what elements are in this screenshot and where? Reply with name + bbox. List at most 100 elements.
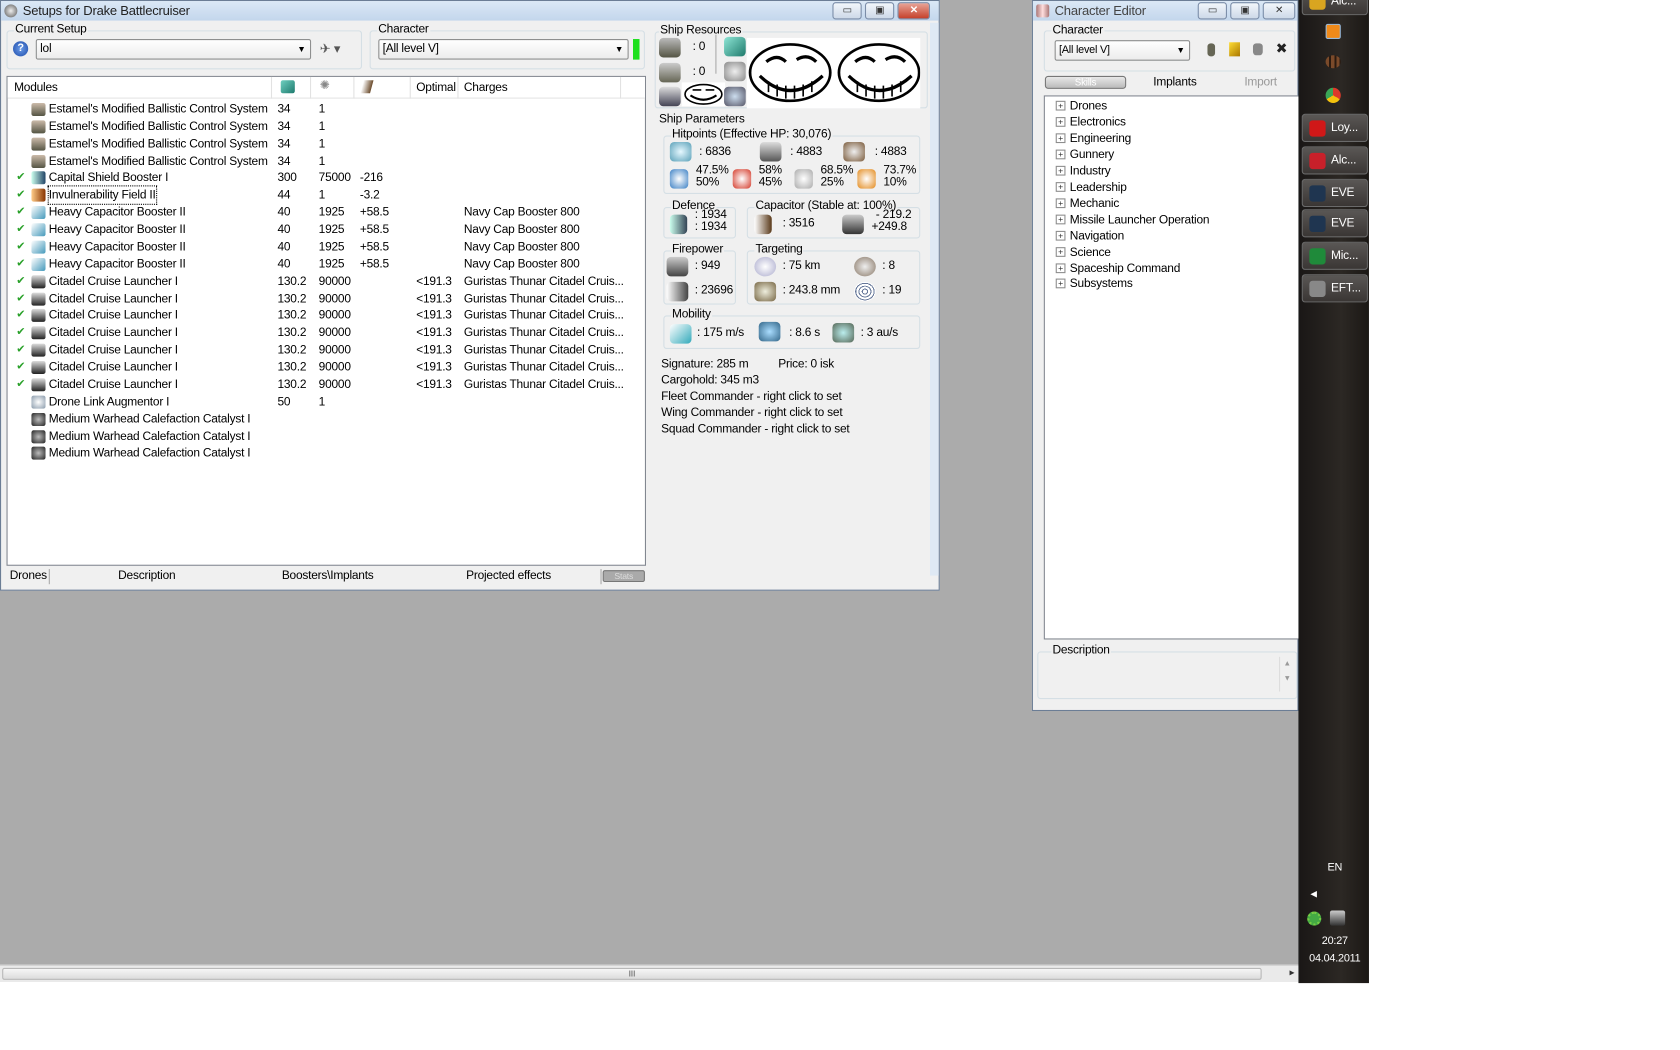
skill-group-item[interactable]: + Electronics [1055, 115, 1126, 131]
stats-button[interactable]: Stats [602, 570, 645, 583]
module-row[interactable]: ✔ Citadel Cruise Launcher I 130.2 90000 <191… [8, 273, 637, 290]
column-charges[interactable]: Charges [464, 81, 508, 94]
column-optimal[interactable]: Optimal [416, 81, 456, 94]
taskbar-button[interactable]: EFT... [1301, 274, 1368, 303]
module-row[interactable]: ✔ Capital Shield Booster I 300 75000 -216 [8, 170, 637, 187]
module-row[interactable]: ✔ Citadel Cruise Launcher I 130.2 90000 <191… [8, 307, 637, 324]
taskbar-button[interactable]: EVE [1301, 209, 1368, 238]
online-check-icon[interactable]: ✔ [16, 290, 25, 307]
module-row[interactable]: Estamel's Modified Ballistic Control Sys… [8, 101, 637, 118]
powergrid-column-icon[interactable]: ✺ [320, 78, 330, 92]
expand-icon[interactable]: + [1055, 279, 1066, 289]
module-row[interactable]: ✔ Invulnerability Field II 44 1 -3.2 [8, 185, 637, 206]
taskbar-button[interactable]: Loy... [1301, 113, 1368, 142]
fleet-commander-slot[interactable]: Fleet Commander - right click to set [661, 390, 842, 403]
tab-import[interactable]: Import [1244, 76, 1277, 89]
media-player-icon[interactable] [1325, 23, 1341, 40]
expand-icon[interactable]: + [1055, 214, 1066, 224]
tab-projected-effects[interactable]: Projected effects [466, 567, 551, 585]
help-icon[interactable]: ? [13, 41, 29, 57]
module-row[interactable]: Estamel's Modified Ballistic Control Sys… [8, 135, 637, 152]
tab-skills[interactable]: Skills [1044, 75, 1127, 89]
close-button[interactable]: ✕ [1262, 2, 1296, 20]
expand-icon[interactable]: + [1055, 165, 1066, 176]
online-check-icon[interactable]: ✔ [16, 204, 25, 221]
online-check-icon[interactable]: ✔ [16, 376, 25, 393]
copy-character-icon[interactable] [1252, 43, 1263, 56]
online-check-icon[interactable]: ✔ [16, 238, 25, 255]
tab-boosters-implants[interactable]: Boosters\Implants [282, 567, 374, 585]
skill-group-item[interactable]: + Mechanic [1055, 196, 1119, 212]
tab-drones[interactable]: Drones [10, 567, 47, 585]
module-row[interactable]: Medium Warhead Calefaction Catalyst I [8, 445, 637, 462]
expand-icon[interactable]: + [1055, 116, 1066, 127]
clock-date[interactable]: 04.04.2011 [1300, 953, 1370, 965]
taskbar-button[interactable]: Alc... [1301, 146, 1368, 175]
online-check-icon[interactable]: ✔ [16, 256, 25, 273]
vertical-scrollbar[interactable] [929, 22, 939, 576]
module-row[interactable]: ✔ Citadel Cruise Launcher I 130.2 90000 <191… [8, 342, 637, 359]
cpu-column-icon[interactable] [280, 80, 295, 94]
module-row[interactable]: ✔ Citadel Cruise Launcher I 130.2 90000 <191… [8, 290, 637, 307]
scroll-right-arrow[interactable]: ▸ [1289, 967, 1294, 979]
skill-group-item[interactable]: + Industry [1055, 163, 1111, 179]
module-row[interactable]: ✔ Heavy Capacitor Booster II 40 1925 +58.5 Na… [8, 204, 637, 221]
module-row[interactable]: ✔ Citadel Cruise Launcher I 130.2 90000 <191… [8, 324, 637, 341]
skill-group-item[interactable]: + Gunnery [1055, 147, 1114, 163]
skill-group-item[interactable]: + Drones [1055, 99, 1107, 115]
tray-app-icon[interactable] [1307, 911, 1322, 926]
squad-commander-slot[interactable]: Squad Commander - right click to set [661, 423, 850, 436]
show-hidden-icons-arrow[interactable]: ◀ [1310, 889, 1317, 899]
module-row[interactable]: ✔ Heavy Capacitor Booster II 40 1925 +58.5 Na… [8, 238, 637, 255]
skill-group-item[interactable]: + Subsystems [1055, 277, 1133, 293]
network-icon[interactable] [1329, 910, 1346, 926]
maximize-button[interactable]: ▣ [864, 2, 895, 20]
taskbar-button[interactable]: Alc... [1301, 0, 1368, 16]
wing-commander-slot[interactable]: Wing Commander - right click to set [661, 406, 842, 419]
expand-icon[interactable]: + [1055, 246, 1066, 257]
close-button[interactable]: ✕ [897, 2, 930, 20]
module-row[interactable]: ✔ Citadel Cruise Launcher I 130.2 90000 <191… [8, 359, 637, 376]
edit-character-icon[interactable] [1229, 42, 1240, 57]
capacitor-column-icon[interactable] [360, 80, 374, 94]
clock-time[interactable]: 20:27 [1300, 935, 1370, 947]
skill-group-item[interactable]: + Leadership [1055, 180, 1127, 196]
module-row[interactable]: Medium Warhead Calefaction Catalyst I [8, 410, 637, 427]
modules-list[interactable]: Modules ✺ Optimal Charges Estamel's Modi… [6, 75, 647, 566]
tab-description[interactable]: Description [118, 567, 175, 585]
new-character-icon[interactable] [1207, 43, 1216, 57]
title-bar[interactable]: Character Editor ▭ ▣ ✕ [1032, 1, 1298, 21]
minimize-button[interactable]: ▭ [832, 2, 862, 20]
expand-icon[interactable]: + [1055, 149, 1066, 160]
minimize-button[interactable]: ▭ [1197, 2, 1227, 20]
skill-group-item[interactable]: + Navigation [1055, 228, 1124, 244]
module-row[interactable]: ✔ Heavy Capacitor Booster II 40 1925 +58.5 Na… [8, 256, 637, 273]
expand-icon[interactable]: + [1055, 100, 1066, 111]
title-bar[interactable]: Setups for Drake Battlecruiser ▭ ▣ ✕ [1, 1, 939, 21]
character-select[interactable]: [All level V] ▼ [378, 39, 629, 60]
skill-group-item[interactable]: + Engineering [1055, 131, 1131, 147]
online-check-icon[interactable]: ✔ [16, 187, 25, 204]
online-check-icon[interactable]: ✔ [16, 342, 25, 359]
horizontal-scrollbar[interactable]: III ▸ [0, 964, 1299, 983]
skill-group-item[interactable]: + Science [1055, 244, 1111, 260]
expand-icon[interactable]: + [1055, 181, 1066, 192]
taskbar-button[interactable]: EVE [1301, 178, 1368, 208]
column-modules[interactable]: Modules [14, 81, 58, 94]
expand-icon[interactable]: + [1055, 133, 1066, 143]
description-scrollbar[interactable]: ▲ ▼ [1279, 656, 1294, 692]
character-select[interactable]: [All level V] ▼ [1054, 40, 1191, 61]
module-row[interactable]: Drone Link Augmentor I 50 1 [8, 393, 637, 410]
online-check-icon[interactable]: ✔ [16, 221, 25, 238]
online-check-icon[interactable]: ✔ [16, 324, 25, 341]
skill-group-item[interactable]: + Spaceship Command [1055, 261, 1180, 277]
current-setup-select[interactable]: lol ▼ [35, 39, 312, 60]
online-check-icon[interactable]: ✔ [16, 170, 25, 187]
expand-icon[interactable]: + [1055, 230, 1066, 241]
maximize-button[interactable]: ▣ [1230, 2, 1260, 20]
ship-menu-icon[interactable]: ✈ ▾ [320, 41, 341, 56]
quicklaunch-app-icon[interactable] [1325, 55, 1341, 69]
taskbar-button[interactable]: Mic... [1301, 241, 1368, 270]
online-check-icon[interactable]: ✔ [16, 273, 25, 290]
online-check-icon[interactable]: ✔ [16, 359, 25, 376]
